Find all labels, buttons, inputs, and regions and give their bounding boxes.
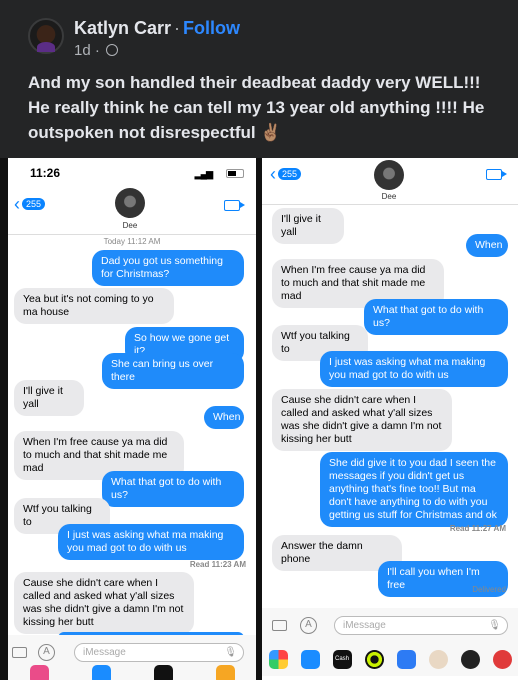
- message-input[interactable]: iMessage 🎙: [74, 643, 244, 662]
- delivered-status: Delivered: [472, 585, 506, 594]
- message-bubble-outgoing[interactable]: Dad you got us something for Christmas?: [92, 250, 244, 286]
- contact-name[interactable]: Dee: [105, 221, 155, 230]
- timestamp-day: Today: [103, 237, 125, 246]
- post-age[interactable]: 1d ·: [74, 42, 100, 59]
- post-meta: 1d ·: [74, 42, 119, 59]
- signal-icon: ▂▄▆: [194, 169, 213, 179]
- author-name[interactable]: Katlyn Carr: [74, 18, 171, 38]
- chevron-left-icon: ‹: [14, 194, 20, 214]
- message-bubble-outgoing[interactable]: She can bring us over there: [102, 353, 244, 389]
- compose-toolbar: A iMessage 🎙: [262, 608, 518, 642]
- contact-name[interactable]: Dee: [364, 192, 414, 201]
- globe-icon: [106, 44, 119, 56]
- separator: ·: [174, 18, 181, 38]
- post-text: And my son handled their deadbeat daddy …: [28, 73, 485, 142]
- author-line: Katlyn Carr · Follow: [74, 18, 240, 39]
- status-bar: 11:26 ▂▄▆: [8, 166, 256, 182]
- search-images-icon[interactable]: [492, 649, 512, 669]
- message-bubble-outgoing[interactable]: What that got to do with us?: [364, 299, 508, 335]
- header-divider: [262, 204, 518, 205]
- contact-avatar[interactable]: [115, 188, 145, 218]
- message-bubble-outgoing[interactable]: When: [204, 406, 244, 429]
- unread-badge: 255: [278, 168, 302, 180]
- microphone-icon[interactable]: 🎙: [224, 647, 237, 658]
- memoji-icon[interactable]: [428, 649, 448, 669]
- timestamp: Today 11:12 AM: [8, 237, 256, 246]
- activity-app-icon[interactable]: [364, 649, 384, 669]
- appstore-icon[interactable]: A: [38, 644, 55, 661]
- contact-avatar[interactable]: [374, 160, 404, 190]
- facebook-post-header: Katlyn Carr · Follow 1d · And my son handl…: [0, 0, 518, 158]
- battery-icon: [226, 169, 244, 178]
- app-drawer: Cash: [262, 642, 518, 676]
- follow-button[interactable]: Follow: [183, 18, 240, 38]
- facetime-icon[interactable]: [224, 200, 245, 211]
- read-receipt: Read 11:27 AM: [450, 524, 506, 533]
- message-bubble-outgoing[interactable]: She did give it to you dad I seen the me…: [320, 452, 508, 527]
- message-input-placeholder: iMessage: [83, 647, 126, 658]
- appstore-app-icon[interactable]: [300, 649, 320, 669]
- message-input-placeholder: iMessage: [343, 620, 386, 631]
- photos-app-icon[interactable]: [268, 649, 288, 669]
- back-button[interactable]: ‹ 255: [14, 194, 46, 214]
- message-bubble-outgoing[interactable]: I just was asking what ma making you mad…: [58, 524, 244, 560]
- app-drawer: [8, 665, 256, 680]
- right-message-screenshot: ‹ 255 Dee I'll give it yall When When I'…: [262, 158, 518, 680]
- photos-app-icon[interactable]: [29, 665, 49, 680]
- applepay-cash-icon[interactable]: Cash: [332, 649, 352, 669]
- author-avatar[interactable]: [28, 18, 64, 54]
- message-bubble-incoming[interactable]: Cause she didn't care when I called and …: [14, 572, 194, 634]
- read-receipt-text: Read 11:23 AM: [189, 560, 246, 569]
- status-time: 11:26: [30, 166, 61, 180]
- microphone-icon[interactable]: 🎙: [488, 620, 501, 631]
- activity-app-icon[interactable]: [215, 665, 235, 680]
- compose-toolbar: A iMessage 🎙: [8, 635, 256, 669]
- message-bubble-outgoing[interactable]: What that got to do with us?: [102, 471, 244, 507]
- applepay-app-icon[interactable]: [153, 665, 173, 680]
- message-input[interactable]: iMessage 🎙: [334, 616, 508, 635]
- message-bubble-outgoing[interactable]: I just was asking what ma making you mad…: [320, 351, 508, 387]
- appstore-icon[interactable]: A: [300, 617, 317, 634]
- back-button[interactable]: ‹ 255: [270, 164, 302, 184]
- audio-message-icon[interactable]: [396, 649, 416, 669]
- facetime-icon[interactable]: [486, 169, 507, 180]
- camera-icon[interactable]: [12, 647, 27, 658]
- header-divider: [8, 234, 256, 235]
- read-receipt: Read 11:23 AM: [190, 560, 246, 569]
- message-bubble-incoming[interactable]: I'll give it yall: [272, 208, 344, 244]
- chevron-left-icon: ‹: [270, 164, 276, 184]
- message-bubble-outgoing[interactable]: When: [466, 234, 508, 257]
- message-bubble-incoming[interactable]: I'll give it yall: [14, 380, 84, 416]
- appstore-app-icon[interactable]: [91, 665, 111, 680]
- read-receipt-text: Read 11:27 AM: [449, 524, 506, 533]
- camera-icon[interactable]: [272, 620, 287, 631]
- unread-badge: 255: [22, 198, 46, 210]
- divider: [0, 158, 8, 680]
- message-bubble-incoming[interactable]: Cause she didn't care when I called and …: [272, 389, 452, 451]
- message-bubble-incoming[interactable]: Yea but it's not coming to yo ma house: [14, 288, 174, 324]
- timestamp-time: 11:12 AM: [127, 237, 161, 246]
- left-message-screenshot: 11:26 ▂▄▆ ‹ 255 Dee Today 11:12 AM Dad y…: [8, 158, 256, 680]
- memoji-stickers-icon[interactable]: [460, 649, 480, 669]
